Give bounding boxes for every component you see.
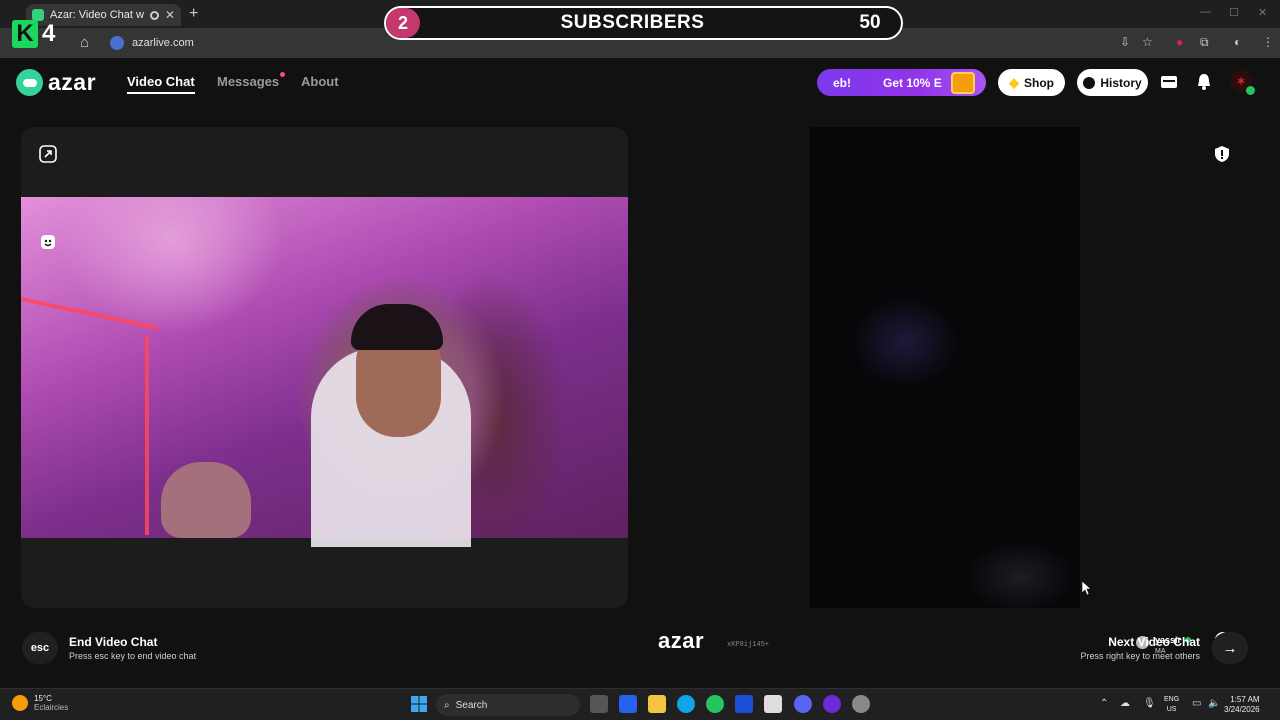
promo-text-left: eb! — [833, 75, 851, 90]
chrome-icon[interactable] — [706, 695, 724, 713]
remote-camera-feed — [810, 127, 1080, 608]
emoji-face-icon[interactable] — [37, 231, 59, 253]
report-shield-icon[interactable] — [1214, 145, 1230, 163]
subscriber-goal-bar: 2 SUBSCRIBERS 50 — [384, 6, 903, 40]
shop-button[interactable]: ◆ Shop — [998, 69, 1065, 96]
system-clock[interactable]: 1:57 AM 3/24/2026 — [1224, 695, 1260, 715]
person-hair — [351, 304, 443, 350]
end-chat-title: End Video Chat — [69, 635, 158, 649]
browser-menu-icon[interactable]: ⋮ — [1262, 35, 1274, 49]
close-tab-icon[interactable]: ✕ — [165, 8, 175, 22]
azar-app: azar Video Chat Messages About eb! Get 1… — [0, 58, 1280, 688]
language-indicator[interactable]: ENG US — [1164, 695, 1179, 715]
home-icon[interactable]: ⌂ — [80, 34, 89, 51]
url-text: azarlive.com — [132, 37, 194, 49]
next-chat-title: Next Video Chat — [1108, 635, 1200, 649]
shop-label: Shop — [1024, 75, 1054, 90]
close-window-icon[interactable]: ✕ — [1258, 6, 1267, 19]
tab-title: Azar: Video Chat with New — [50, 9, 144, 21]
subscriber-count: 2 — [386, 8, 420, 38]
next-chat-button[interactable]: → — [1212, 632, 1248, 664]
inbox-icon[interactable] — [1159, 72, 1179, 92]
led-strip-vertical — [145, 335, 149, 535]
edge-icon[interactable] — [677, 695, 695, 713]
remote-video-panel — [640, 127, 1259, 608]
next-chat-hint: Press right key to meet others — [1080, 651, 1200, 661]
discord-icon[interactable] — [794, 695, 812, 713]
tray-chevron-icon[interactable]: ⌃ — [1100, 698, 1108, 709]
new-tab-button[interactable]: + — [189, 5, 198, 23]
promo-banner[interactable]: eb! Get 10% E — [817, 69, 986, 96]
search-icon: ⌕ — [444, 699, 450, 711]
gem-icon: ◆ — [1009, 74, 1019, 90]
volume-icon[interactable]: 🔈 — [1208, 698, 1220, 709]
install-app-icon[interactable]: ⇩ — [1120, 35, 1130, 49]
kick-logo-icon: K — [12, 20, 38, 48]
onedrive-icon[interactable]: ☁ — [1120, 698, 1130, 709]
nav-video-chat[interactable]: Video Chat — [127, 74, 195, 94]
weather-widget[interactable]: 15°C Eclaircies — [12, 694, 68, 712]
recording-icon — [149, 10, 159, 20]
obs-icon[interactable] — [852, 695, 870, 713]
file-explorer-icon[interactable] — [648, 695, 666, 713]
expand-icon[interactable] — [37, 143, 59, 165]
led-strip — [21, 297, 159, 331]
promo-text-right: Get 10% E — [883, 75, 942, 90]
channel-badge: 4 — [42, 20, 56, 47]
notification-bell-icon[interactable] — [1194, 72, 1214, 92]
lang-top: ENG — [1164, 696, 1180, 703]
task-view-icon[interactable] — [590, 695, 608, 713]
end-chat-button[interactable]: esc — [22, 632, 58, 664]
user-avatar[interactable]: ✶ — [1230, 70, 1255, 95]
lang-bottom: US — [1166, 706, 1177, 713]
history-button[interactable]: History — [1077, 69, 1148, 96]
weather-icon — [12, 695, 28, 711]
weather-desc: Eclaircies — [34, 703, 69, 712]
mail-icon[interactable] — [735, 695, 753, 713]
maximize-icon[interactable]: ☐ — [1229, 6, 1239, 19]
windows-taskbar: 15°C Eclaircies ⌕ Search ⌃ ☁ 🎙 ENG US ▭ … — [0, 688, 1280, 720]
online-status-icon — [1246, 86, 1255, 95]
taskbar-search[interactable]: ⌕ Search — [436, 694, 580, 716]
azar-logo[interactable]: azar — [16, 69, 96, 96]
profile-icon[interactable]: ◐ — [1234, 35, 1241, 49]
windows-start-icon[interactable] — [410, 695, 428, 713]
channel-logo: K 4 — [12, 20, 55, 48]
minimize-icon[interactable]: — — [1200, 6, 1211, 18]
clock-icon — [1083, 76, 1096, 89]
m365-icon[interactable] — [619, 695, 637, 713]
azar-logo-icon — [16, 69, 43, 96]
treasure-chest-icon — [951, 71, 975, 94]
bookmark-star-icon[interactable]: ☆ — [1142, 35, 1153, 49]
subscriber-goal: 50 — [859, 12, 881, 33]
messages-unread-dot — [280, 72, 285, 77]
end-chat-hint: Press esc key to end video chat — [69, 651, 197, 661]
extension-icon[interactable]: ● — [1176, 35, 1183, 49]
local-video-panel — [21, 127, 628, 608]
subscriber-label: SUBSCRIBERS — [560, 12, 705, 33]
arrow-right-icon: → — [1222, 639, 1238, 657]
clock-date: 3/24/2026 — [1224, 705, 1260, 714]
logo-text: azar — [48, 69, 97, 95]
weather-temp: 15°C — [34, 694, 52, 703]
search-label: Search — [455, 699, 488, 711]
mouse-cursor-icon — [1082, 581, 1092, 595]
microphone-icon[interactable]: 🎙 — [1143, 698, 1156, 709]
person-hand — [161, 462, 251, 538]
site-info-icon[interactable] — [110, 36, 124, 50]
store-icon[interactable] — [764, 695, 782, 713]
extensions-puzzle-icon[interactable]: ⧉ — [1200, 35, 1209, 50]
history-label: History — [1100, 75, 1142, 90]
local-camera-feed — [21, 197, 628, 547]
app-icon[interactable] — [823, 695, 841, 713]
session-id: xKP8ij145+ — [727, 641, 770, 649]
network-icon[interactable]: ▭ — [1192, 698, 1201, 709]
azar-watermark: azar — [658, 628, 705, 653]
nav-messages[interactable]: Messages — [217, 74, 279, 89]
nav-about[interactable]: About — [301, 74, 339, 89]
clock-time: 1:57 AM — [1230, 695, 1260, 704]
